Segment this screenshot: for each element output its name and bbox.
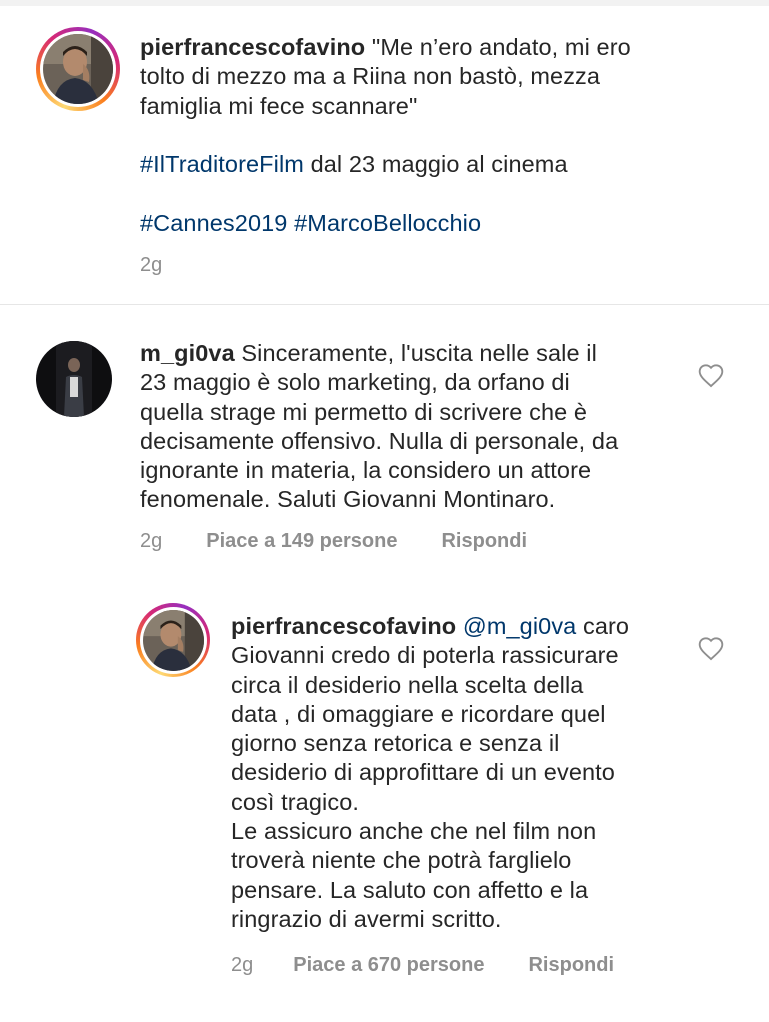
caption-username[interactable]: pierfrancescofavino: [140, 34, 365, 60]
hashtag-film[interactable]: #IlTraditoreFilm: [140, 151, 304, 177]
heart-outline-icon[interactable]: [697, 362, 725, 388]
comment-reply-button[interactable]: Rispondi: [441, 530, 527, 553]
comment-line: ignorante in materia, la considero un at…: [140, 457, 592, 484]
caption-release-text: dal 23 maggio al cinema: [303, 151, 568, 178]
heart-outline-icon[interactable]: [697, 635, 725, 661]
avatar-photo: [142, 609, 204, 671]
reply-timestamp: 2g: [231, 954, 254, 976]
reply-line: così tragico.: [231, 788, 359, 815]
caption-text: pierfrancescofavino "Me n’ero andato, mi…: [140, 33, 740, 238]
comment-text: m_gi0va Sinceramente, l'uscita nelle sal…: [140, 339, 700, 515]
reply-line: circa il desiderio nella scelta della: [231, 671, 584, 698]
comment-meta: 2g Piace a 149 persone Rispondi: [140, 530, 527, 553]
hashtag-director[interactable]: #MarcoBellocchio: [294, 210, 481, 236]
reply-reply-button[interactable]: Rispondi: [528, 954, 614, 977]
comment-timestamp: 2g: [140, 530, 163, 552]
comment-line: Sinceramente, l'uscita nelle sale il: [241, 340, 597, 366]
hashtag-cannes[interactable]: #Cannes2019: [140, 210, 287, 236]
reply-username[interactable]: pierfrancescofavino: [231, 613, 456, 639]
caption-line: famiglia mi fece scannare": [140, 92, 418, 119]
reply-line: giorno senza retorica e senza il: [231, 730, 560, 757]
caption-line: tolto di mezzo ma a Riina non bastò, mez…: [140, 63, 601, 90]
comment-line: fenomenale. Saluti Giovanni Montinaro.: [140, 486, 556, 513]
avatar-photo: [43, 34, 113, 104]
reply-line: Giovanni credo di poterla rassicurare: [231, 642, 619, 669]
comment-avatar[interactable]: [36, 341, 112, 417]
comment-line: 23 maggio è solo marketing, da orfano di: [140, 369, 570, 396]
caption-avatar[interactable]: [36, 27, 120, 111]
caption-timestamp: 2g: [140, 254, 163, 276]
caption-meta: 2g: [140, 254, 162, 277]
avatar-photo: [36, 341, 112, 417]
reply-meta: 2g Piace a 670 persone Rispondi: [231, 954, 614, 977]
reply-line: caro: [576, 613, 630, 639]
divider: [0, 304, 769, 305]
reply-avatar[interactable]: [136, 603, 210, 677]
comment-likes-link[interactable]: Piace a 149 persone: [206, 530, 397, 553]
reply-line: data , di omaggiare e ricordare quel: [231, 700, 606, 727]
top-strip: [0, 0, 769, 6]
reply-likes-link[interactable]: Piace a 670 persone: [293, 954, 484, 977]
comment-username[interactable]: m_gi0va: [140, 340, 235, 366]
reply-line: Le assicuro anche che nel film non: [231, 818, 597, 845]
reply-line: desiderio di approfittare di un evento: [231, 759, 615, 786]
comment-line: decisamente offensivo. Nulla di personal…: [140, 427, 619, 454]
caption-line: "Me n’ero andato, mi ero: [371, 34, 631, 60]
reply-mention[interactable]: @m_gi0va: [463, 613, 576, 639]
reply-line: pensare. La saluto con affetto e la: [231, 876, 589, 903]
comment-line: quella strage mi permetto di scrivere ch…: [140, 398, 588, 425]
reply-line: troverà niente che potrà farglielo: [231, 847, 572, 874]
reply-line: ringrazio di avermi scritto.: [231, 905, 502, 932]
reply-text: pierfrancescofavino @m_gi0va caro Giovan…: [231, 612, 691, 934]
